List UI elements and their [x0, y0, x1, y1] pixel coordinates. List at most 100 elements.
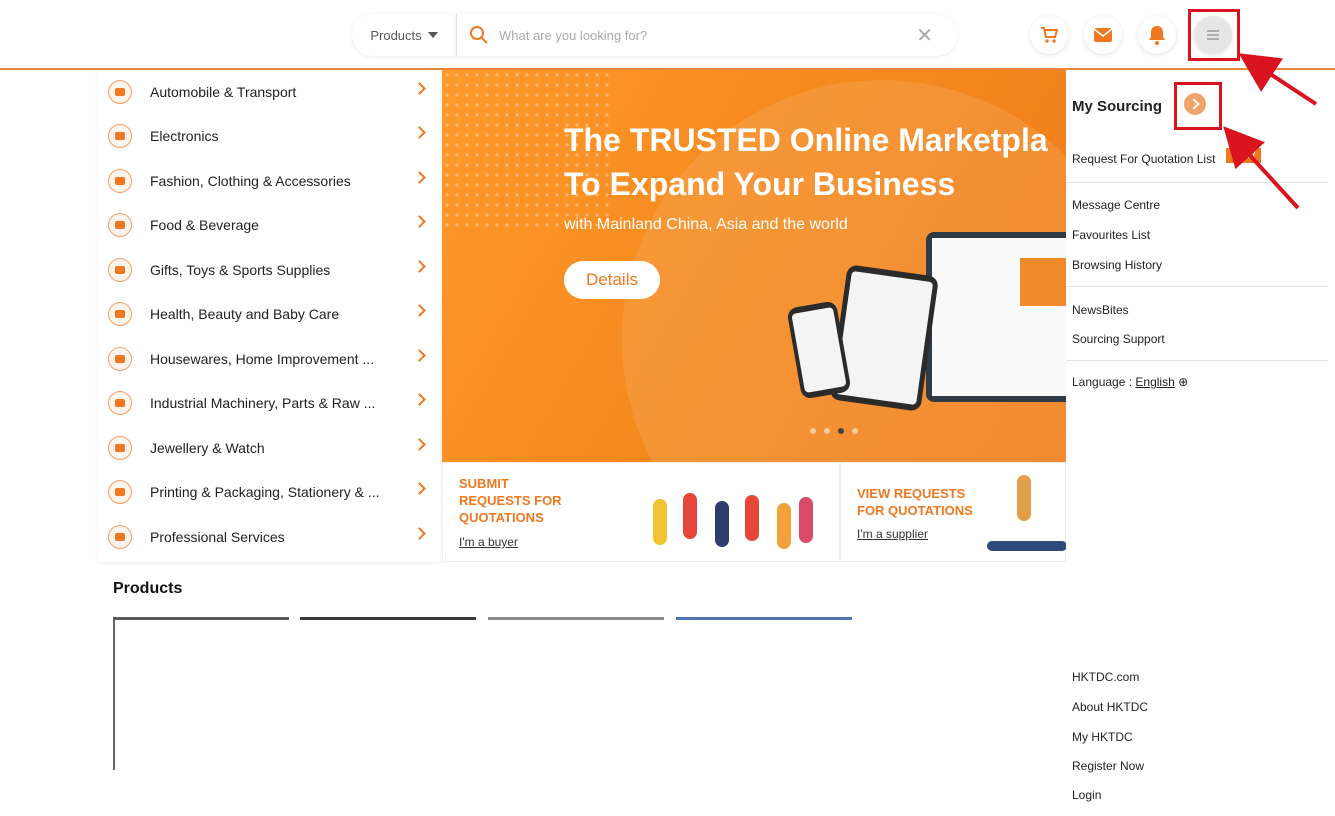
products-heading: Products	[113, 580, 183, 597]
chevron-right-icon	[413, 438, 426, 451]
car-icon	[108, 80, 132, 104]
browsing-history-link[interactable]: Browsing History	[1072, 258, 1162, 272]
divider	[1066, 182, 1328, 183]
language-selector[interactable]: Language : English ⊕	[1072, 375, 1188, 389]
category-item[interactable]: Automobile & Transport	[98, 70, 440, 114]
chevron-right-icon	[413, 349, 426, 362]
tools-icon	[108, 391, 132, 415]
pager-dot[interactable]	[810, 428, 816, 434]
hero-title: The TRUSTED Online Marketpla To Expand Y…	[564, 118, 1048, 206]
message-centre-link[interactable]: Message Centre	[1072, 198, 1160, 212]
register-now-link[interactable]: Register Now	[1072, 759, 1144, 773]
hero-title-line1: The TRUSTED Online Marketpla	[564, 122, 1048, 158]
notifications-button[interactable]	[1138, 16, 1176, 54]
submit-rfq-card[interactable]: SUBMIT REQUESTS FOR QUOTATIONS I'm a buy…	[442, 462, 840, 562]
chevron-right-icon	[413, 215, 426, 228]
category-label: Electronics	[150, 128, 219, 144]
products-dropdown-label: Products	[370, 27, 422, 43]
category-label: Fashion, Clothing & Accessories	[150, 173, 351, 189]
chevron-right-icon	[413, 260, 426, 273]
language-label: Language :	[1072, 375, 1133, 389]
annotation-box-go	[1174, 82, 1222, 130]
annotation-box-menu	[1188, 9, 1240, 61]
category-item[interactable]: Professional Services	[98, 515, 440, 559]
home-icon	[108, 347, 132, 371]
category-item[interactable]: Health, Beauty and Baby Care	[98, 292, 440, 336]
hero-subtitle: with Mainland China, Asia and the world	[564, 216, 848, 233]
caret-down-icon	[427, 32, 438, 38]
category-item[interactable]: Electronics	[98, 114, 440, 158]
login-link[interactable]: Login	[1072, 788, 1101, 802]
new-badge: NEW	[1226, 148, 1262, 163]
category-label: Housewares, Home Improvement ...	[150, 351, 375, 367]
favourites-list-link[interactable]: Favourites List	[1072, 228, 1150, 242]
chevron-right-icon	[413, 482, 426, 495]
category-label: Food & Beverage	[150, 217, 259, 233]
my-sourcing-title: My Sourcing	[1072, 98, 1163, 115]
category-item[interactable]: Housewares, Home Improvement ...	[98, 337, 440, 381]
chevron-right-icon	[413, 171, 426, 184]
search-icon[interactable]	[469, 25, 489, 45]
products-dropdown[interactable]: Products	[352, 14, 456, 56]
submit-rfq-title: SUBMIT REQUESTS FOR QUOTATIONS	[459, 476, 562, 525]
divider	[1066, 286, 1328, 287]
search-input[interactable]	[497, 26, 901, 44]
fashion-icon	[108, 169, 132, 193]
jewellery-icon	[108, 436, 132, 460]
gift-icon	[108, 258, 132, 282]
chevron-right-icon	[413, 527, 426, 540]
mail-button[interactable]	[1084, 16, 1122, 54]
bell-icon	[1149, 26, 1165, 45]
briefcase-icon	[108, 525, 132, 549]
cart-button[interactable]	[1030, 16, 1068, 54]
pen-icon	[108, 480, 132, 504]
cart-icon	[1041, 27, 1059, 43]
category-item[interactable]: Jewellery & Watch	[98, 426, 440, 470]
view-rfq-card[interactable]: VIEW REQUESTS FOR QUOTATIONS I'm a suppl…	[840, 462, 1067, 562]
clear-icon[interactable]: ✕	[916, 23, 933, 48]
my-hktdc-link[interactable]: My HKTDC	[1072, 730, 1133, 744]
my-sourcing-panel: My Sourcing Request For Quotation List N…	[1066, 70, 1335, 816]
about-hktdc-link[interactable]: About HKTDC	[1072, 700, 1148, 714]
globe-icon: ⊕	[1178, 375, 1189, 389]
search-bar: ✕	[456, 14, 957, 56]
category-item[interactable]: Food & Beverage	[98, 203, 440, 247]
category-item[interactable]: Industrial Machinery, Parts & Raw ...	[98, 381, 440, 425]
category-item[interactable]: Fashion, Clothing & Accessories	[98, 159, 440, 203]
chevron-right-icon	[413, 82, 426, 95]
sourcing-support-link[interactable]: Sourcing Support	[1072, 332, 1165, 346]
rfq-list-link[interactable]: Request For Quotation List	[1072, 152, 1215, 166]
hero-title-line2: To Expand Your Business	[564, 166, 956, 202]
chevron-right-icon	[413, 304, 426, 317]
health-icon	[108, 302, 132, 326]
newsbites-link[interactable]: NewsBites	[1072, 303, 1129, 317]
category-label: Gifts, Toys & Sports Supplies	[150, 262, 331, 278]
category-sidebar: Automobile & Transport Electronics Fashi…	[98, 70, 440, 562]
category-item[interactable]: Gifts, Toys & Sports Supplies	[98, 248, 440, 292]
pager-dot[interactable]	[824, 428, 830, 434]
hktdc-link[interactable]: HKTDC.com	[1072, 670, 1139, 684]
food-icon	[108, 213, 132, 237]
chevron-right-icon	[413, 126, 426, 139]
category-label: Professional Services	[150, 529, 285, 545]
hero-banner[interactable]: The TRUSTED Online Marketpla To Expand Y…	[442, 70, 1066, 462]
laptop-illustration	[926, 232, 1066, 402]
carousel-pager	[810, 428, 858, 434]
details-button[interactable]: Details	[564, 261, 660, 299]
category-label: Health, Beauty and Baby Care	[150, 306, 340, 322]
divider	[1066, 360, 1328, 361]
top-bar: Products ✕	[0, 0, 1335, 70]
category-label: Industrial Machinery, Parts & Raw ...	[150, 395, 376, 411]
chevron-right-icon	[413, 393, 426, 406]
supplier-link[interactable]: I'm a supplier	[857, 527, 928, 541]
mail-icon	[1093, 28, 1113, 42]
category-item[interactable]: Printing & Packaging, Stationery & ...	[98, 470, 440, 514]
electronics-icon	[108, 124, 132, 148]
buyer-link[interactable]: I'm a buyer	[459, 535, 518, 549]
category-label: Jewellery & Watch	[150, 440, 265, 456]
language-value[interactable]: English	[1135, 375, 1174, 389]
category-label: Printing & Packaging, Stationery & ...	[150, 484, 380, 500]
view-rfq-title: VIEW REQUESTS FOR QUOTATIONS	[857, 486, 973, 518]
pager-dot-active[interactable]	[838, 428, 844, 434]
pager-dot[interactable]	[852, 428, 858, 434]
